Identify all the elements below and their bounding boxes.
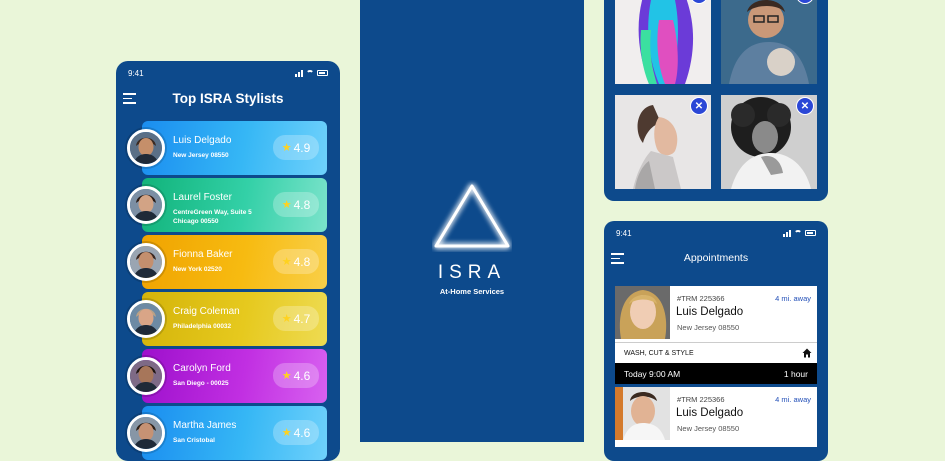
client-avatar [615, 387, 670, 440]
rating-badge: ★ 4.7 [273, 306, 319, 331]
star-icon: ★ [281, 370, 292, 382]
rating-badge: ★ 4.9 [273, 135, 319, 160]
stylist-name: Luis Delgado [173, 135, 232, 146]
stylist-name: Laurel Foster [173, 192, 232, 203]
star-icon: ★ [281, 427, 292, 439]
stylist-card[interactable]: Carolyn Ford San Diego - 00025 ★ 4.6 [127, 349, 327, 403]
stylist-address: Philadelphia 00032 [173, 323, 232, 330]
stylist-address: New Jersey 08550 [173, 152, 229, 159]
rating-value: 4.7 [293, 311, 311, 326]
battery-icon [805, 230, 816, 236]
star-icon: ★ [281, 142, 292, 154]
appointment-distance: 4 mi. away [775, 395, 811, 404]
rating-badge: ★ 4.8 [273, 192, 319, 217]
stylist-avatar [127, 414, 165, 452]
stylist-name: Carolyn Ford [173, 363, 231, 374]
service-row: WASH, CUT & STYLE [615, 342, 817, 363]
rating-value: 4.6 [293, 368, 311, 383]
star-icon: ★ [281, 199, 292, 211]
status-bar: 9:41 [116, 61, 340, 85]
client-address: New Jersey 08550 [677, 323, 740, 332]
rating-value: 4.6 [293, 425, 311, 440]
triangle-logo-icon [434, 184, 510, 248]
stylist-avatar [127, 129, 165, 167]
appointment-card[interactable]: #TRM 225366 4 mi. away Luis Delgado New … [615, 286, 817, 384]
stylist-name: Craig Coleman [173, 306, 240, 317]
gallery-photo[interactable]: ✕ [615, 95, 711, 189]
remove-photo-close-icon[interactable]: ✕ [690, 97, 708, 115]
appointment-distance: 4 mi. away [775, 294, 811, 303]
remove-photo-close-icon[interactable]: ✕ [796, 97, 814, 115]
appointment-time-bar: Today 9:00 AM 1 hour [615, 363, 817, 384]
stylist-avatar [127, 186, 165, 224]
stylist-address: CentreGreen Way, Suite 5 Chicago 00550 [173, 209, 252, 225]
star-icon: ★ [281, 256, 292, 268]
signal-icon [783, 229, 791, 237]
stylist-card[interactable]: Craig Coleman Philadelphia 00032 ★ 4.7 [127, 292, 327, 346]
stylist-name: Fionna Baker [173, 249, 233, 260]
client-name: Luis Delgado [676, 306, 744, 318]
brand-name: ISRA [437, 262, 507, 283]
battery-icon [317, 70, 328, 76]
stylist-avatar [127, 357, 165, 395]
appointment-id: #TRM 225366 [677, 294, 725, 303]
rating-value: 4.9 [293, 140, 311, 155]
appointments-screen: 9:41 Appointments #TRM 225366 4 mi. away… [604, 221, 828, 461]
wifi-icon [306, 70, 314, 76]
rating-value: 4.8 [293, 197, 311, 212]
page-title: Appointments [683, 252, 749, 264]
status-time: 9:41 [616, 228, 632, 238]
appointment-duration: 1 hour [783, 368, 808, 379]
stylist-address: New York 02520 [173, 266, 222, 273]
hamburger-menu-icon[interactable] [611, 253, 624, 264]
stylist-card[interactable]: Luis Delgado New Jersey 08550 ★ 4.9 [127, 121, 327, 175]
stylists-header: Top ISRA Stylists [116, 85, 340, 111]
stylist-avatar [127, 300, 165, 338]
stylist-card[interactable]: Martha James San Cristobal ★ 4.6 [127, 406, 327, 460]
photo-gallery-screen: ✕ ✕ ✕ ✕ [604, 0, 828, 201]
star-icon: ★ [281, 313, 292, 325]
client-address: New Jersey 08550 [677, 424, 740, 433]
gallery-photo[interactable]: ✕ [615, 0, 711, 84]
gallery-photo[interactable]: ✕ [721, 95, 817, 189]
signal-icon [295, 69, 303, 77]
stylists-screen: 9:41 Top ISRA Stylists Luis Delgado New J… [116, 61, 340, 461]
gallery-photo[interactable]: ✕ [721, 0, 817, 84]
wifi-icon [794, 230, 802, 236]
appointment-time: Today 9:00 AM [624, 368, 681, 379]
status-time: 9:41 [128, 68, 144, 78]
rating-badge: ★ 4.8 [273, 249, 319, 274]
rating-badge: ★ 4.6 [273, 420, 319, 445]
hamburger-menu-icon[interactable] [123, 93, 136, 104]
stylist-card[interactable]: Laurel Foster CentreGreen Way, Suite 5 Ch… [127, 178, 327, 232]
stylist-name: Martha James [173, 420, 237, 431]
rating-value: 4.8 [293, 254, 311, 269]
service-name: WASH, CUT & STYLE [624, 349, 694, 357]
status-bar: 9:41 [604, 221, 828, 245]
page-title: Top ISRA Stylists [172, 90, 284, 106]
appointments-header: Appointments [604, 245, 828, 271]
home-icon [802, 348, 812, 358]
client-name: Luis Delgado [676, 407, 744, 419]
stylist-address: San Cristobal [173, 437, 215, 444]
brand-tagline: At-Home Services [439, 287, 505, 296]
splash-screen: ISRA At-Home Services [360, 0, 584, 442]
appointment-id: #TRM 225366 [677, 395, 725, 404]
rating-badge: ★ 4.6 [273, 363, 319, 388]
appointment-card[interactable]: #TRM 225366 4 mi. away Luis Delgado New … [615, 387, 817, 447]
stylist-address: San Diego - 00025 [173, 380, 229, 387]
client-avatar [615, 286, 670, 339]
stylist-card[interactable]: Fionna Baker New York 02520 ★ 4.8 [127, 235, 327, 289]
stylist-avatar [127, 243, 165, 281]
